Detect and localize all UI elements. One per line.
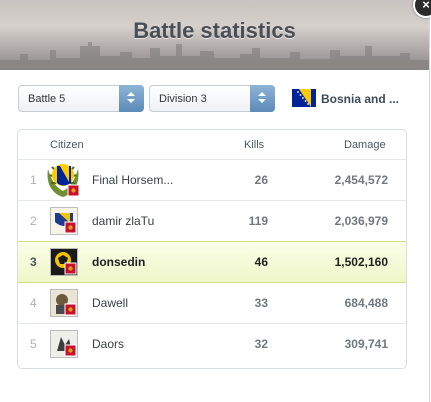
battle-select[interactable]: Battle 5 [18, 85, 144, 112]
citizen-name[interactable]: Final Horsem... [92, 173, 173, 187]
kills-value: 33 [254, 296, 268, 310]
citizen-name[interactable]: donsedin [92, 255, 145, 269]
row-rank: 3 [30, 255, 37, 269]
header-damage: Damage [344, 139, 386, 151]
citizen-avatar[interactable] [50, 330, 78, 358]
table-row[interactable]: 1 Final Horsem... 26 2,454,572 [18, 160, 406, 201]
division-select-toggle[interactable] [250, 85, 275, 112]
country-name: Bosnia and ... [321, 92, 400, 106]
kills-value: 119 [248, 214, 268, 228]
division-select[interactable]: Division 3 [149, 85, 275, 112]
citizen-avatar[interactable] [50, 207, 78, 235]
citizen-name[interactable]: damir zlaTu [92, 214, 154, 228]
chevron-up-icon [127, 92, 135, 96]
dialog-header: Battle statistics [0, 0, 429, 70]
table-row[interactable]: 4 Dawell 33 684,488 [18, 283, 406, 324]
header-citizen: Citizen [50, 139, 84, 151]
citizen-avatar[interactable] [50, 289, 78, 317]
damage-value: 2,036,979 [334, 214, 388, 228]
battle-select-toggle[interactable] [119, 85, 144, 112]
chevron-down-icon [127, 99, 135, 103]
bosnia-flag-icon [292, 89, 316, 107]
row-rank: 5 [30, 337, 37, 351]
citizen-avatar[interactable] [50, 248, 78, 276]
header-kills: Kills [244, 139, 265, 151]
kills-value: 26 [254, 173, 268, 187]
chevron-up-icon [258, 92, 266, 96]
damage-value: 2,454,572 [334, 173, 388, 187]
citizen-name[interactable]: Dawell [92, 296, 128, 310]
laurel-badge-avatar[interactable] [44, 157, 82, 199]
table-row[interactable]: 2 damir zlaTu 119 2,036,979 [18, 201, 406, 242]
table-row-highlighted[interactable]: 3 donsedin 46 1,502,160 [18, 241, 406, 283]
row-rank: 2 [30, 214, 37, 228]
battle-stats-table: Citizen Kills Damage 1 Final Horsem... 2… [17, 129, 407, 369]
chevron-down-icon [258, 99, 266, 103]
battle-select-value: Battle 5 [28, 93, 66, 105]
damage-value: 684,488 [344, 296, 388, 310]
table-row[interactable]: 5 Daors 32 309,741 [18, 324, 406, 364]
damage-value: 309,741 [344, 337, 388, 351]
table-header: Citizen Kills Damage [18, 130, 406, 160]
row-rank: 1 [30, 173, 37, 187]
kills-value: 32 [254, 337, 268, 351]
damage-value: 1,502,160 [334, 255, 388, 269]
close-icon: × [422, 0, 430, 12]
dialog-title: Battle statistics [133, 18, 296, 43]
division-select-value: Division 3 [159, 93, 207, 105]
battle-statistics-dialog: Battle statistics × Battle 5 Division 3 … [0, 0, 431, 402]
row-rank: 4 [30, 296, 37, 310]
citizen-name[interactable]: Daors [92, 337, 124, 351]
kills-value: 46 [254, 255, 268, 269]
